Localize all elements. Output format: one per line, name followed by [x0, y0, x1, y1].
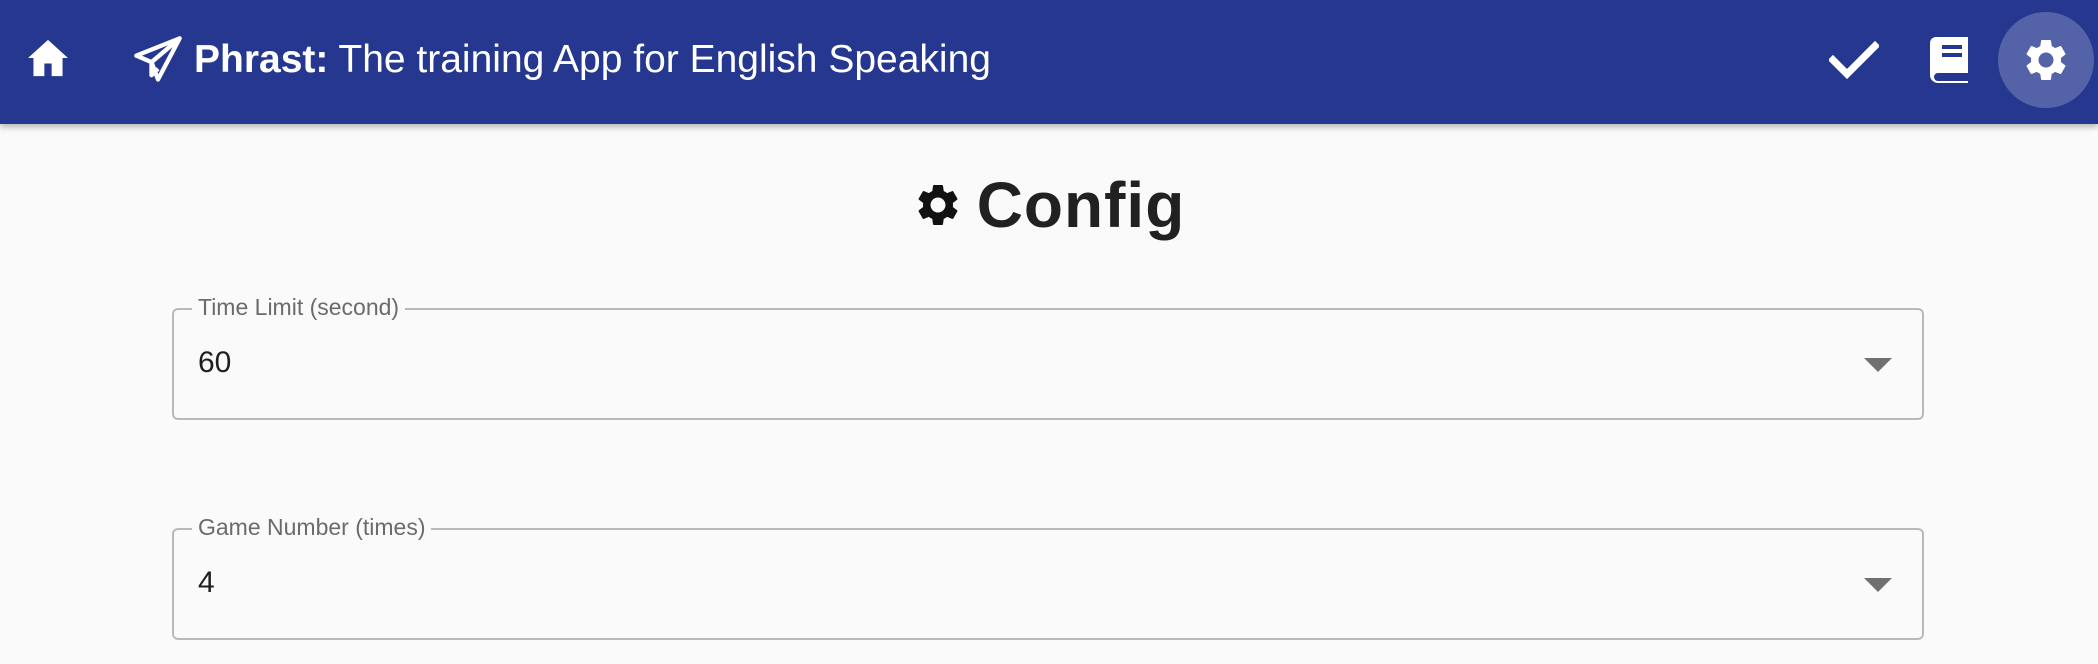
book-button[interactable]: [1914, 24, 1986, 96]
game-number-select[interactable]: Game Number (times) 4: [172, 514, 1924, 640]
book-icon: [1930, 37, 1968, 83]
gear-icon: [2026, 40, 2066, 80]
dropdown-arrow-icon: [1864, 578, 1892, 592]
game-number-value: 4: [198, 566, 215, 599]
check-icon: [1829, 40, 1879, 80]
page-title: Config: [0, 168, 2098, 242]
page-title-text: Config: [976, 169, 1186, 241]
time-limit-value: 60: [198, 346, 232, 379]
app-name: Phrast:: [194, 38, 329, 81]
home-icon: [28, 39, 68, 77]
app-bar: Phrast: The training App for English Spe…: [0, 0, 2098, 124]
gear-icon: [918, 185, 958, 225]
dropdown-arrow-icon: [1864, 358, 1892, 372]
time-limit-label: Time Limit (second): [192, 294, 406, 321]
home-button[interactable]: [12, 22, 84, 94]
game-number-label: Game Number (times): [192, 514, 432, 541]
app-brand: Phrast: The training App for English Spe…: [132, 28, 991, 92]
paper-plane-icon: [134, 36, 182, 82]
time-limit-select[interactable]: Time Limit (second) 60: [172, 294, 1924, 420]
check-button[interactable]: [1818, 24, 1890, 96]
settings-button[interactable]: [1998, 12, 2094, 108]
app-tagline: The training App for English Speaking: [338, 38, 991, 81]
